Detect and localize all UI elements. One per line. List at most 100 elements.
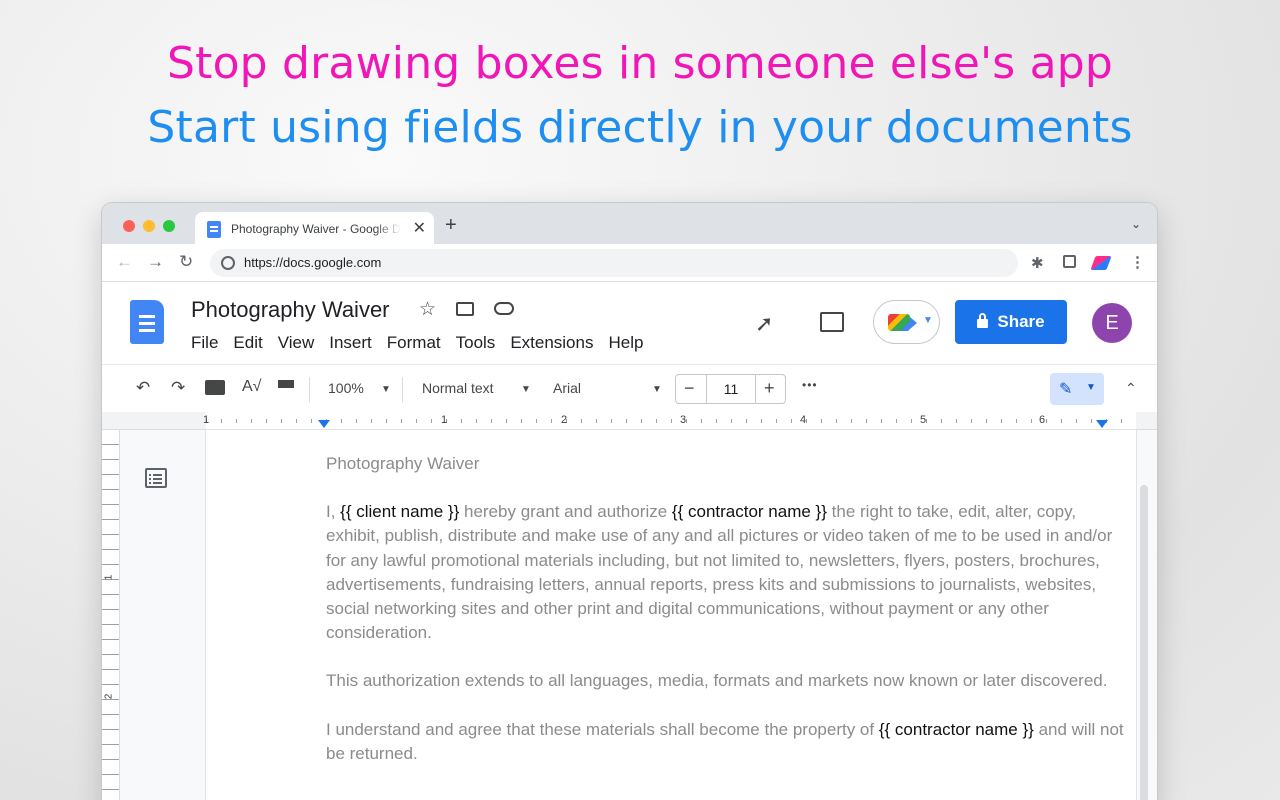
meet-camera-icon [888,314,910,331]
pencil-icon: ✎ [1059,381,1073,398]
document-outline-icon[interactable] [145,468,167,488]
more-tools-button[interactable]: ••• [802,378,818,392]
site-info-icon[interactable] [221,256,235,270]
menu-insert[interactable]: Insert [329,333,372,353]
close-window-button[interactable] [123,220,135,232]
document-body[interactable]: Photography Waiver I, {{ client name }} … [326,452,1126,790]
style-chevron-down-icon[interactable]: ▼ [521,384,531,395]
ruler-number: 1 [103,574,115,581]
tab-title: Photography Waiver - Google Docs [231,222,401,236]
redo-icon[interactable]: ↷ [171,378,185,398]
headline-line-2: Start using fields directly in your docu… [147,102,1133,153]
undo-icon[interactable]: ↶ [136,378,150,398]
share-label: Share [997,312,1045,331]
avatar[interactable]: E [1092,303,1132,343]
menu-view[interactable]: View [278,333,315,353]
activity-trend-icon[interactable]: ➚ [755,311,773,337]
menu-file[interactable]: File [191,333,218,353]
chevron-down-icon: ▼ [923,315,933,326]
maximize-window-button[interactable] [163,220,175,232]
text-run: the right to take, edit, alter, copy, ex… [326,502,1113,643]
text-run: I, [326,502,341,522]
print-icon[interactable] [205,380,225,395]
font-size-input[interactable]: 11 [706,374,756,404]
back-arrow-icon[interactable]: ← [116,252,133,272]
menu-extensions[interactable]: Extensions [510,333,593,353]
tab-search-chevron-icon[interactable]: ⌄ [1131,217,1141,231]
lock-icon [977,313,989,328]
side-panel-icon[interactable] [1063,255,1076,268]
field-contractor-name[interactable]: {{ contractor name }} [879,720,1034,739]
move-to-folder-icon[interactable] [456,302,474,316]
browser-tab[interactable]: Photography Waiver - Google Docs ✕ [195,212,434,245]
text-run: hereby grant and authorize [459,502,672,522]
document-heading: Photography Waiver [326,454,480,473]
share-button[interactable]: Share [955,300,1067,344]
font-size-stepper: − 11 + [675,374,786,404]
vertical-scrollbar[interactable] [1140,485,1148,800]
reload-icon[interactable]: ↻ [179,252,193,272]
paragraph-grant: I, {{ client name }} hereby grant and au… [326,500,1126,645]
menu-format[interactable]: Format [387,333,441,353]
ruler-number: 3 [680,414,687,426]
paragraph-style-select[interactable]: Normal text [422,380,494,396]
tab-strip: Photography Waiver - Google Docs ✕ + ⌄ [102,203,1157,245]
paragraph-property: I understand and agree that these materi… [326,718,1126,766]
ruler-number: 2 [561,414,568,426]
menu-edit[interactable]: Edit [233,333,262,353]
document-canvas: 1 2 Photography Waiver I, {{ client name… [102,430,1157,800]
formatting-toolbar: ↶ ↷ A√ 100% ▼ Normal text ▼ Arial ▼ − 11… [102,364,1157,412]
horizontal-ruler: 1 1 2 3 4 5 6 [102,412,1157,430]
paragraph-authorization: This authorization extends to all langua… [326,671,1108,691]
field-contractor-name[interactable]: {{ contractor name }} [672,502,827,521]
headline-line-1: Stop drawing boxes in someone else's app [166,38,1114,89]
zoom-chevron-down-icon[interactable]: ▼ [381,384,391,395]
collapse-menus-chevron-up-icon[interactable]: ⌃ [1125,380,1137,397]
forward-arrow-icon[interactable]: → [147,252,164,272]
google-meet-button[interactable]: ▼ [873,300,940,344]
vertical-ruler: 1 2 [102,430,120,800]
font-chevron-down-icon[interactable]: ▼ [652,384,662,395]
extensions-puzzle-icon[interactable]: ✱ [1031,254,1044,272]
menu-bar: File Edit View Insert Format Tools Exten… [191,333,643,353]
document-page[interactable]: Photography Waiver I, {{ client name }} … [206,430,1136,800]
ruler-number: 1 [441,414,448,426]
menu-help[interactable]: Help [608,333,643,353]
decrease-font-size-button[interactable]: − [684,378,695,399]
star-icon[interactable]: ☆ [419,298,436,321]
google-docs-favicon-icon [207,221,221,238]
text-run: I understand and agree that these materi… [326,719,879,739]
right-indent-marker[interactable] [1096,420,1108,428]
toolbar-divider [309,377,310,402]
browser-menu-kebab-icon[interactable]: ⋮ [1130,253,1145,271]
menu-tools[interactable]: Tools [456,333,496,353]
field-client-name[interactable]: {{ client name }} [340,502,459,521]
browser-window: Photography Waiver - Google Docs ✕ + ⌄ ←… [102,203,1157,800]
zoom-select[interactable]: 100% [328,380,364,396]
left-indent-marker[interactable] [318,420,330,428]
ruler-number: 1 [203,414,210,426]
ruler-number: 2 [103,693,115,700]
url-text: https://docs.google.com [244,255,382,270]
new-tab-button[interactable]: + [445,214,457,237]
spellcheck-icon[interactable]: A√ [242,378,261,396]
paint-format-icon[interactable] [278,380,294,388]
toolbar-divider [402,377,403,402]
google-docs-logo-icon[interactable] [130,300,164,344]
font-select[interactable]: Arial [553,380,581,396]
ruler-number: 6 [1039,414,1046,426]
fields-extension-icon[interactable] [1090,256,1112,270]
minimize-window-button[interactable] [143,220,155,232]
comment-history-icon[interactable] [820,312,844,332]
cloud-saved-icon[interactable] [494,302,514,315]
document-title[interactable]: Photography Waiver [191,297,390,323]
ruler-number: 5 [920,414,927,426]
address-bar: ← → ↻ https://docs.google.com ✱ ⋮ [102,244,1157,282]
chevron-down-icon: ▼ [1086,382,1096,393]
url-input[interactable]: https://docs.google.com [210,249,1018,277]
docs-header: Photography Waiver ☆ File Edit View Inse… [102,282,1157,364]
editing-mode-button[interactable]: ✎ ▼ [1050,373,1104,405]
close-tab-icon[interactable]: ✕ [413,218,426,238]
increase-font-size-button[interactable]: + [764,378,775,399]
ruler-number: 4 [800,414,807,426]
